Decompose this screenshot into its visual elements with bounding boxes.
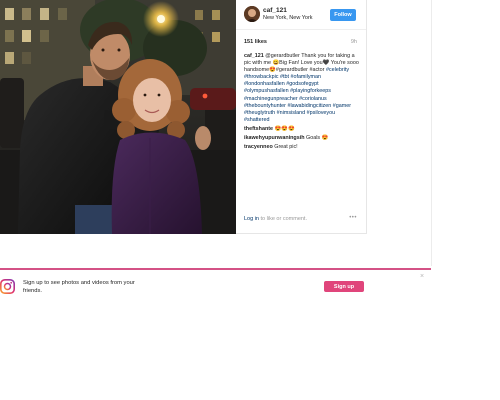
comment-author[interactable]: ikawehyupunwaningsih (244, 135, 305, 141)
post-card: caf_121 New York, New York Follow 151 li… (0, 0, 367, 234)
post-photo-image (0, 0, 236, 234)
list-item: ikawehyupunwaningsih Goals 😍 (244, 135, 359, 142)
comment-text: 😍😍😍 (273, 125, 295, 132)
comment-list: caf_121 @gerardbutler Thank you for taki… (244, 53, 359, 153)
post-sidebar: caf_121 New York, New York Follow 151 li… (236, 0, 366, 234)
signup-banner: Sign up to see photos and videos from yo… (0, 268, 431, 308)
login-suffix: to like or comment. (259, 216, 307, 222)
list-item: theftshante 😍😍😍 (244, 126, 359, 133)
avatar-image (244, 6, 260, 22)
likes-count[interactable]: 151 likes (244, 39, 267, 45)
login-prompt: Log in to like or comment. ••• (244, 215, 357, 224)
likes-row: 151 likes 9h (244, 39, 357, 47)
more-options-icon[interactable]: ••• (349, 215, 357, 221)
follow-button[interactable]: Follow (330, 9, 356, 21)
post-header: caf_121 New York, New York Follow (236, 0, 366, 30)
list-item: tracyenneo Great pic! (244, 144, 359, 151)
divider (431, 0, 432, 266)
comment-author[interactable]: tracyenneo (244, 144, 273, 150)
signup-button[interactable]: Sign up (324, 281, 364, 292)
banner-message: Sign up to see photos and videos from yo… (23, 280, 135, 294)
post-username[interactable]: caf_121 (263, 7, 287, 14)
caption-author[interactable]: caf_121 (244, 53, 264, 59)
instagram-logo-icon (0, 279, 15, 294)
comment-text: Great pic! (272, 144, 298, 151)
post-age[interactable]: 9h (351, 39, 357, 45)
post-photo[interactable] (0, 0, 236, 234)
avatar[interactable] (244, 6, 260, 22)
comment-author[interactable]: theftshante (244, 126, 273, 132)
caption-hashtags[interactable]: #celebrity #throwbackpic #tbt #ofamilyma… (244, 67, 351, 123)
caption: caf_121 @gerardbutler Thank you for taki… (244, 53, 359, 124)
comment-text: Goals 😍 (304, 135, 329, 142)
login-link[interactable]: Log in (244, 216, 259, 222)
close-icon[interactable]: × (420, 273, 424, 280)
post-location[interactable]: New York, New York (263, 15, 313, 21)
